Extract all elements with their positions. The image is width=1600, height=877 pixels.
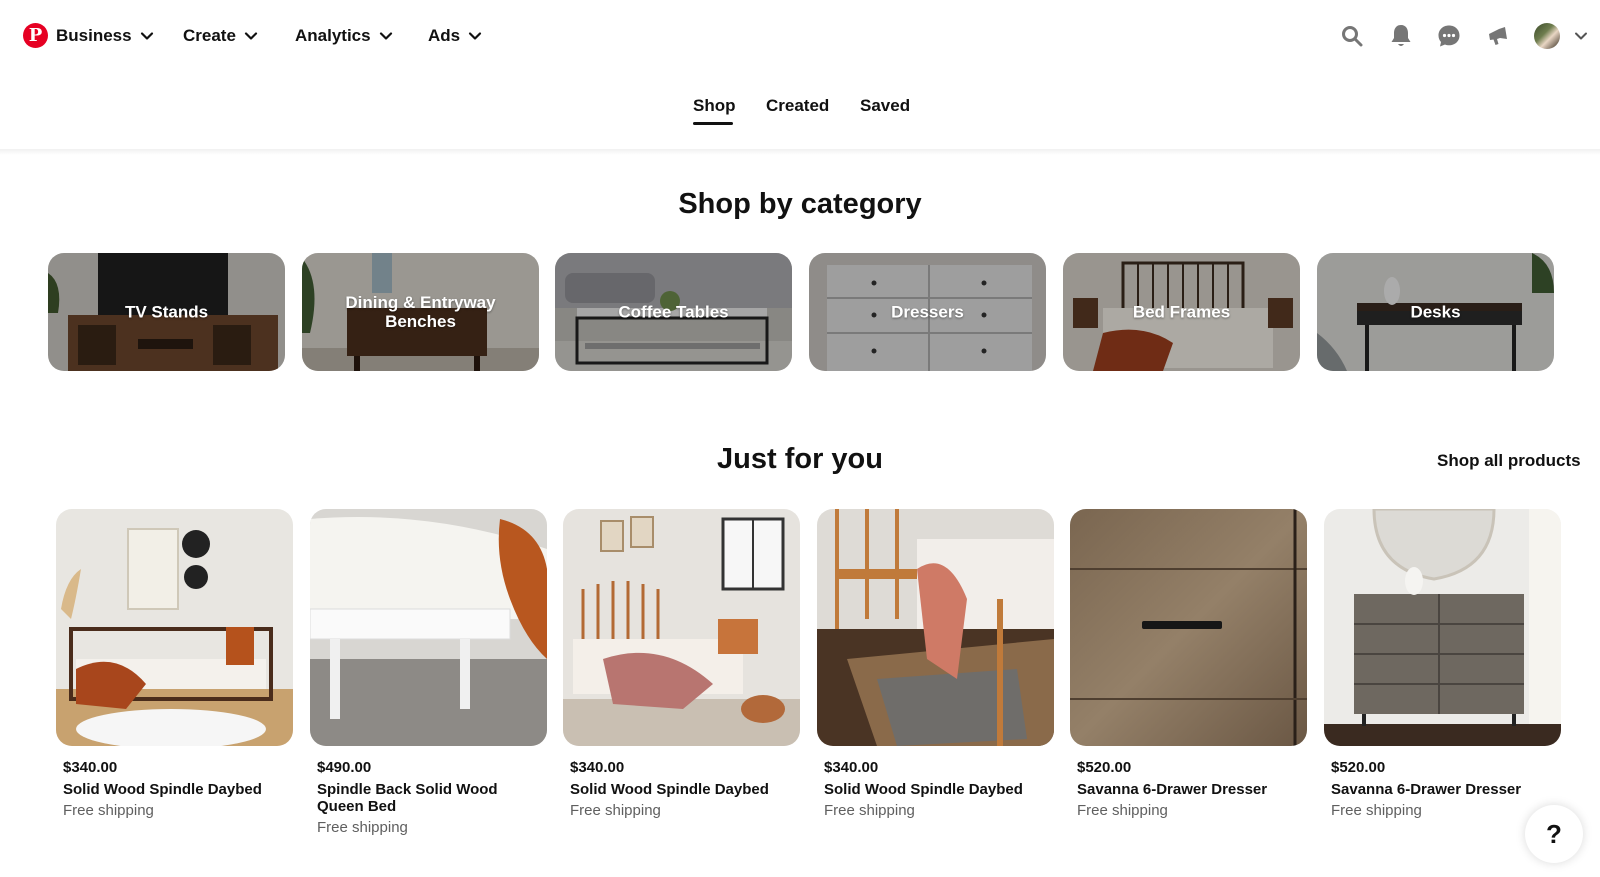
product-card[interactable]: $340.00 Solid Wood Spindle Daybed Free s… [817,509,1054,819]
tab-created[interactable]: Created [766,96,829,116]
category-tile-dining-entryway-benches[interactable]: Dining & Entryway Benches [302,253,539,371]
product-name: Solid Wood Spindle Daybed [824,781,1023,798]
messages-icon[interactable] [1436,23,1462,49]
product-price: $490.00 [317,759,372,776]
product-card[interactable]: $490.00 Spindle Back Solid Wood Queen Be… [310,509,547,836]
product-card[interactable]: $520.00 Savanna 6-Drawer Dresser Free sh… [1324,509,1561,819]
product-image[interactable] [817,509,1054,746]
product-name: Solid Wood Spindle Daybed [570,781,769,798]
header-divider [0,149,1600,155]
category-tile-coffee-tables[interactable]: Coffee Tables [555,253,792,371]
product-price: $340.00 [63,759,118,776]
product-shipping: Free shipping [63,802,154,819]
business-menu[interactable]: Business [56,25,154,47]
shop-by-category-heading: Shop by category [678,188,922,220]
product-name: Solid Wood Spindle Daybed [63,781,262,798]
pinterest-logo-icon[interactable]: P [23,23,48,48]
shop-all-products-link[interactable]: Shop all products [1437,451,1581,471]
top-navigation: P Business Create Analytics Ads [0,0,1600,72]
chevron-down-icon [244,32,258,40]
product-price: $520.00 [1331,759,1386,776]
product-image[interactable] [310,509,547,746]
product-image[interactable] [563,509,800,746]
category-tile-bed-frames[interactable]: Bed Frames [1063,253,1300,371]
category-tile-desks[interactable]: Desks [1317,253,1554,371]
search-icon[interactable] [1339,23,1365,49]
product-card[interactable]: $520.00 Savanna 6-Drawer Dresser Free sh… [1070,509,1307,819]
tab-saved[interactable]: Saved [860,96,910,116]
product-image[interactable] [1324,509,1561,746]
chevron-down-icon [379,32,392,40]
product-price: $520.00 [1077,759,1132,776]
chevron-down-icon [140,32,153,40]
product-name: Savanna 6-Drawer Dresser [1331,781,1522,798]
ads-menu[interactable]: Ads [428,25,482,47]
product-image[interactable] [56,509,293,746]
active-tab-indicator [693,122,733,125]
product-name: Spindle Back Solid Wood Queen Bed [317,781,498,815]
product-shipping: Free shipping [570,802,661,819]
product-card[interactable]: $340.00 Solid Wood Spindle Daybed Free s… [563,509,800,819]
product-price: $340.00 [824,759,879,776]
product-name: Savanna 6-Drawer Dresser [1077,781,1268,798]
product-card[interactable]: $340.00 Solid Wood Spindle Daybed Free s… [56,509,293,819]
product-shipping: Free shipping [1077,802,1168,819]
account-chevron-down-icon[interactable] [1574,29,1588,43]
product-price: $340.00 [570,759,625,776]
chevron-down-icon [469,32,482,40]
product-shipping: Free shipping [1331,802,1422,819]
product-shipping: Free shipping [317,819,408,836]
category-tile-dressers[interactable]: Dressers [809,253,1046,371]
just-for-you-heading: Just for you [717,443,883,475]
help-button[interactable]: ? [1525,805,1583,863]
create-menu[interactable]: Create [183,25,258,47]
analytics-menu[interactable]: Analytics [295,25,393,47]
avatar[interactable] [1534,23,1560,49]
product-shipping: Free shipping [824,802,915,819]
megaphone-icon[interactable] [1485,23,1511,49]
product-image[interactable] [1070,509,1307,746]
category-tile-tv-stands[interactable]: TV Stands [48,253,285,371]
notifications-bell-icon[interactable] [1388,23,1414,49]
tab-shop[interactable]: Shop [693,96,736,116]
